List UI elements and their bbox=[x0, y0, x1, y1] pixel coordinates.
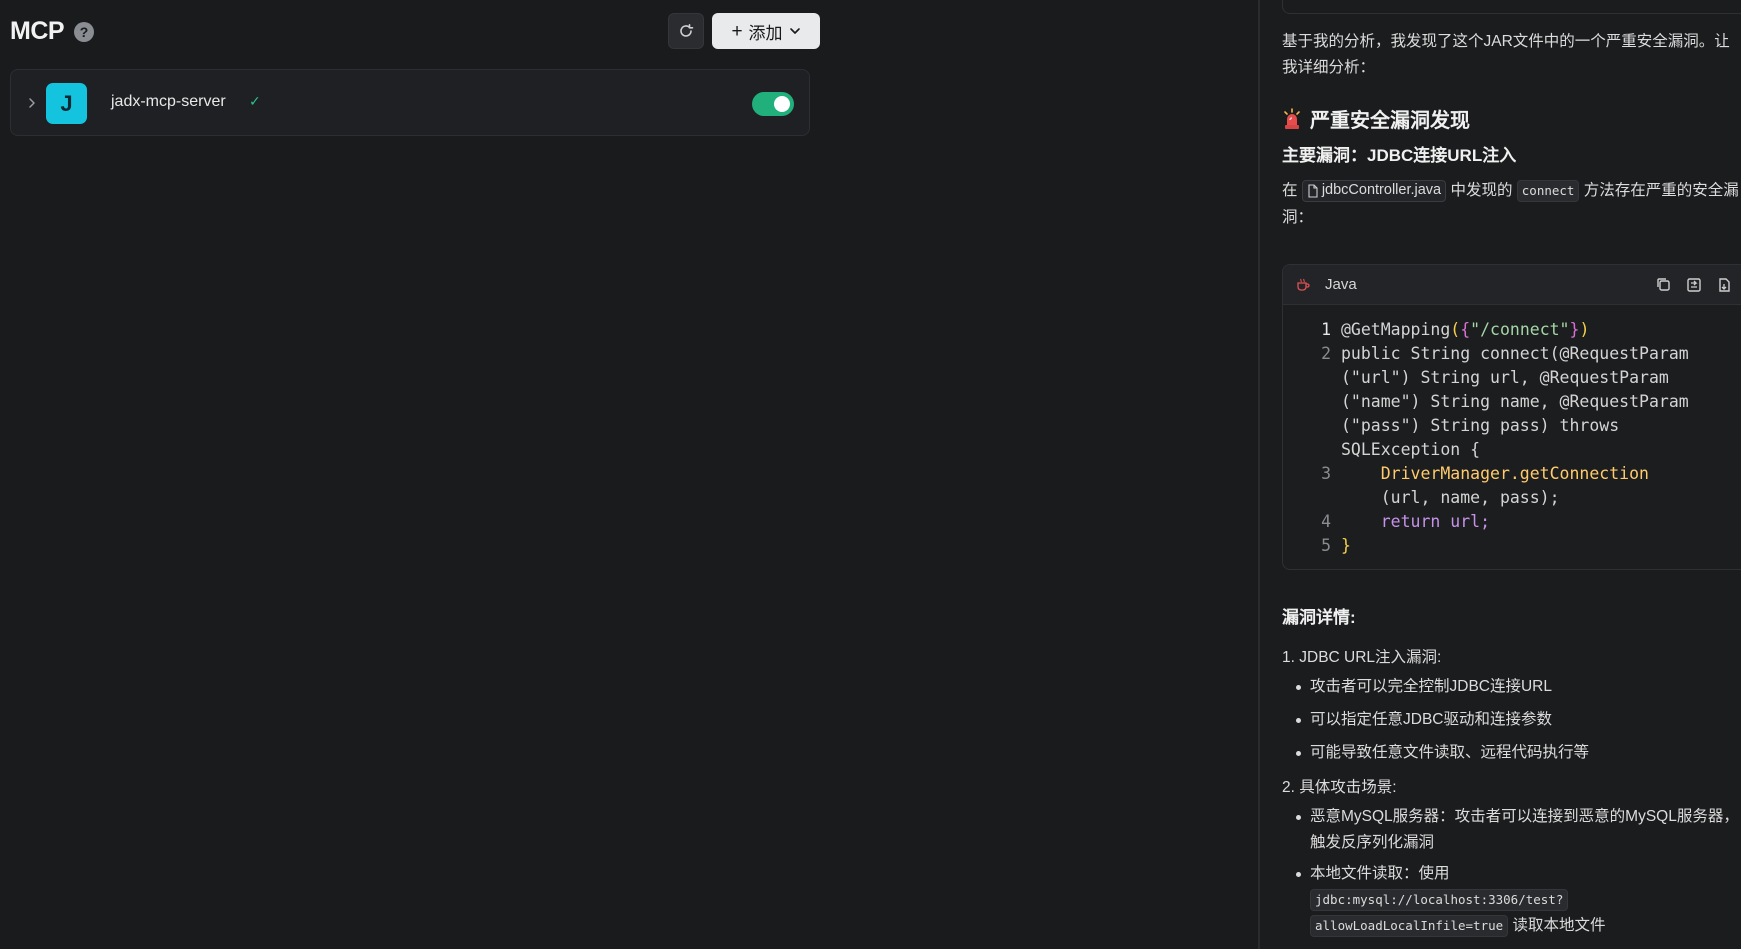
method-code: connect bbox=[1516, 179, 1580, 202]
jdbc-param-code: allowLoadLocalInfile=true bbox=[1310, 914, 1509, 937]
line-content: (url, name, pass); bbox=[1341, 488, 1560, 507]
bullet-text: 本地文件读取：使用 bbox=[1310, 865, 1450, 882]
list-title: JDBC URL注入漏洞: bbox=[1299, 649, 1442, 666]
add-server-button[interactable]: + 添加 bbox=[712, 13, 820, 49]
siren-icon bbox=[1284, 107, 1300, 129]
list-number: 2. bbox=[1282, 779, 1295, 796]
file-icon bbox=[1308, 184, 1318, 198]
line-content: SQLException { bbox=[1341, 440, 1481, 459]
code-body[interactable]: 1 @GetMapping({"/connect"}) 2 public Strin… bbox=[1283, 318, 1741, 558]
plus-icon: + bbox=[731, 20, 743, 42]
jdbc-url-code: jdbc:mysql://localhost:3306/test? bbox=[1310, 888, 1569, 911]
line-content: @GetMapping({"/connect"}) bbox=[1341, 320, 1590, 339]
details-heading: 漏洞详情: bbox=[1282, 608, 1356, 627]
file-name: jdbcController.java bbox=[1321, 182, 1442, 199]
java-icon bbox=[1297, 278, 1310, 291]
code-line: SQLException { bbox=[1283, 438, 1741, 462]
chat-panel: 基于我的分析，我发现了这个JAR文件中的一个严重安全漏洞。让我详细分析： 严重安… bbox=[1260, 0, 1741, 949]
intro-text: 基于我的分析，我发现了这个JAR文件中的一个严重安全漏洞。让我详细分析： bbox=[1282, 33, 1730, 76]
code-line: ("url") String url, @RequestParam bbox=[1283, 366, 1741, 390]
server-name: jadx-mcp-server bbox=[111, 93, 226, 110]
alert-heading: 严重安全漏洞发现 bbox=[1282, 104, 1470, 133]
code-header: Java bbox=[1283, 265, 1741, 305]
line-content: return url; bbox=[1341, 512, 1491, 531]
line-number bbox=[1283, 366, 1341, 390]
chevron-down-icon bbox=[789, 28, 800, 34]
server-row[interactable]: J jadx-mcp-server ✓ bbox=[10, 69, 810, 136]
file-reference[interactable]: jdbcController.java bbox=[1301, 179, 1447, 202]
code-line: ("pass") String pass) throws bbox=[1283, 414, 1741, 438]
code-line: 4 return url; bbox=[1283, 510, 1741, 534]
line-content: public String connect(@RequestParam bbox=[1341, 344, 1689, 363]
line-content: ("pass") String pass) throws bbox=[1341, 416, 1620, 435]
bullet-item: 攻击者可以完全控制JDBC连接URL bbox=[1296, 674, 1741, 700]
bullet-item: 本地文件读取：使用 jdbc:mysql://localhost:3306/te… bbox=[1296, 861, 1741, 939]
wrap-icon[interactable] bbox=[1685, 276, 1703, 294]
code-line: 3 DriverManager.getConnection bbox=[1283, 462, 1741, 486]
code-line: ("name") String name, @RequestParam bbox=[1283, 390, 1741, 414]
list-number: 1. bbox=[1282, 649, 1295, 666]
chevron-right-icon[interactable] bbox=[25, 94, 39, 112]
line-number: 2 bbox=[1321, 344, 1331, 363]
alert-heading-text: 严重安全漏洞发现 bbox=[1310, 110, 1470, 132]
copy-icon[interactable] bbox=[1655, 276, 1673, 294]
line-number bbox=[1283, 414, 1341, 438]
app-window: MCP ? + 添加 J jadx-mcp-server ✓ 基于我的分析，我发… bbox=[0, 0, 1741, 949]
list-item: 2. 具体攻击场景: bbox=[1282, 775, 1397, 797]
line-number bbox=[1283, 390, 1341, 414]
code-line: 5} bbox=[1283, 534, 1741, 558]
code-block: Java 1 @GetMapping({"/connect"}) 2 publi… bbox=[1282, 264, 1741, 570]
server-enable-toggle[interactable] bbox=[752, 92, 794, 116]
help-icon[interactable]: ? bbox=[74, 22, 94, 42]
line-number: 1 bbox=[1321, 320, 1331, 339]
line-content: DriverManager.getConnection bbox=[1341, 464, 1649, 483]
page-title: MCP bbox=[10, 17, 65, 45]
vuln-subheading: 主要漏洞：JDBC连接URL注入 bbox=[1282, 146, 1517, 165]
check-icon: ✓ bbox=[249, 93, 261, 109]
list-item: 1. JDBC URL注入漏洞: bbox=[1282, 645, 1441, 667]
bullet-item: 可能导致任意文件读取、远程代码执行等 bbox=[1296, 740, 1741, 766]
list-title: 具体攻击场景: bbox=[1299, 779, 1397, 796]
code-line: 1 @GetMapping({"/connect"}) bbox=[1283, 318, 1741, 342]
server-avatar: J bbox=[46, 83, 87, 124]
mcp-panel: MCP ? + 添加 J jadx-mcp-server ✓ bbox=[0, 0, 1258, 949]
line-number: 5 bbox=[1321, 536, 1331, 555]
line-number: 3 bbox=[1321, 464, 1331, 483]
refresh-icon bbox=[680, 24, 694, 37]
line-content: ("name") String name, @RequestParam bbox=[1341, 392, 1689, 411]
line-number bbox=[1283, 486, 1341, 510]
toggle-knob bbox=[774, 96, 790, 112]
bullet-suffix: 读取本地文件 bbox=[1512, 917, 1606, 934]
code-line: (url, name, pass); bbox=[1283, 486, 1741, 510]
line-content: } bbox=[1341, 536, 1351, 555]
desc-mid: 中发现的 bbox=[1450, 182, 1513, 199]
code-language: Java bbox=[1325, 276, 1357, 293]
desc-prefix: 在 bbox=[1282, 182, 1298, 199]
add-button-label: 添加 bbox=[748, 23, 783, 43]
previous-block-edge bbox=[1282, 0, 1741, 14]
bullet-item: 可以指定任意JDBC驱动和连接参数 bbox=[1296, 707, 1741, 733]
refresh-button[interactable] bbox=[668, 13, 704, 49]
code-line: 2 public String connect(@RequestParam bbox=[1283, 342, 1741, 366]
bullet-item: 恶意MySQL服务器：攻击者可以连接到恶意的MySQL服务器，触发反序列化漏洞 bbox=[1296, 804, 1741, 856]
vuln-description: 在 jdbcController.java 中发现的 connect 方法存在严… bbox=[1282, 177, 1741, 231]
download-icon[interactable] bbox=[1715, 276, 1733, 294]
line-content: ("url") String url, @RequestParam bbox=[1341, 368, 1669, 387]
line-number bbox=[1283, 438, 1341, 462]
mcp-header: MCP ? + 添加 bbox=[10, 13, 820, 49]
line-number: 4 bbox=[1321, 512, 1331, 531]
